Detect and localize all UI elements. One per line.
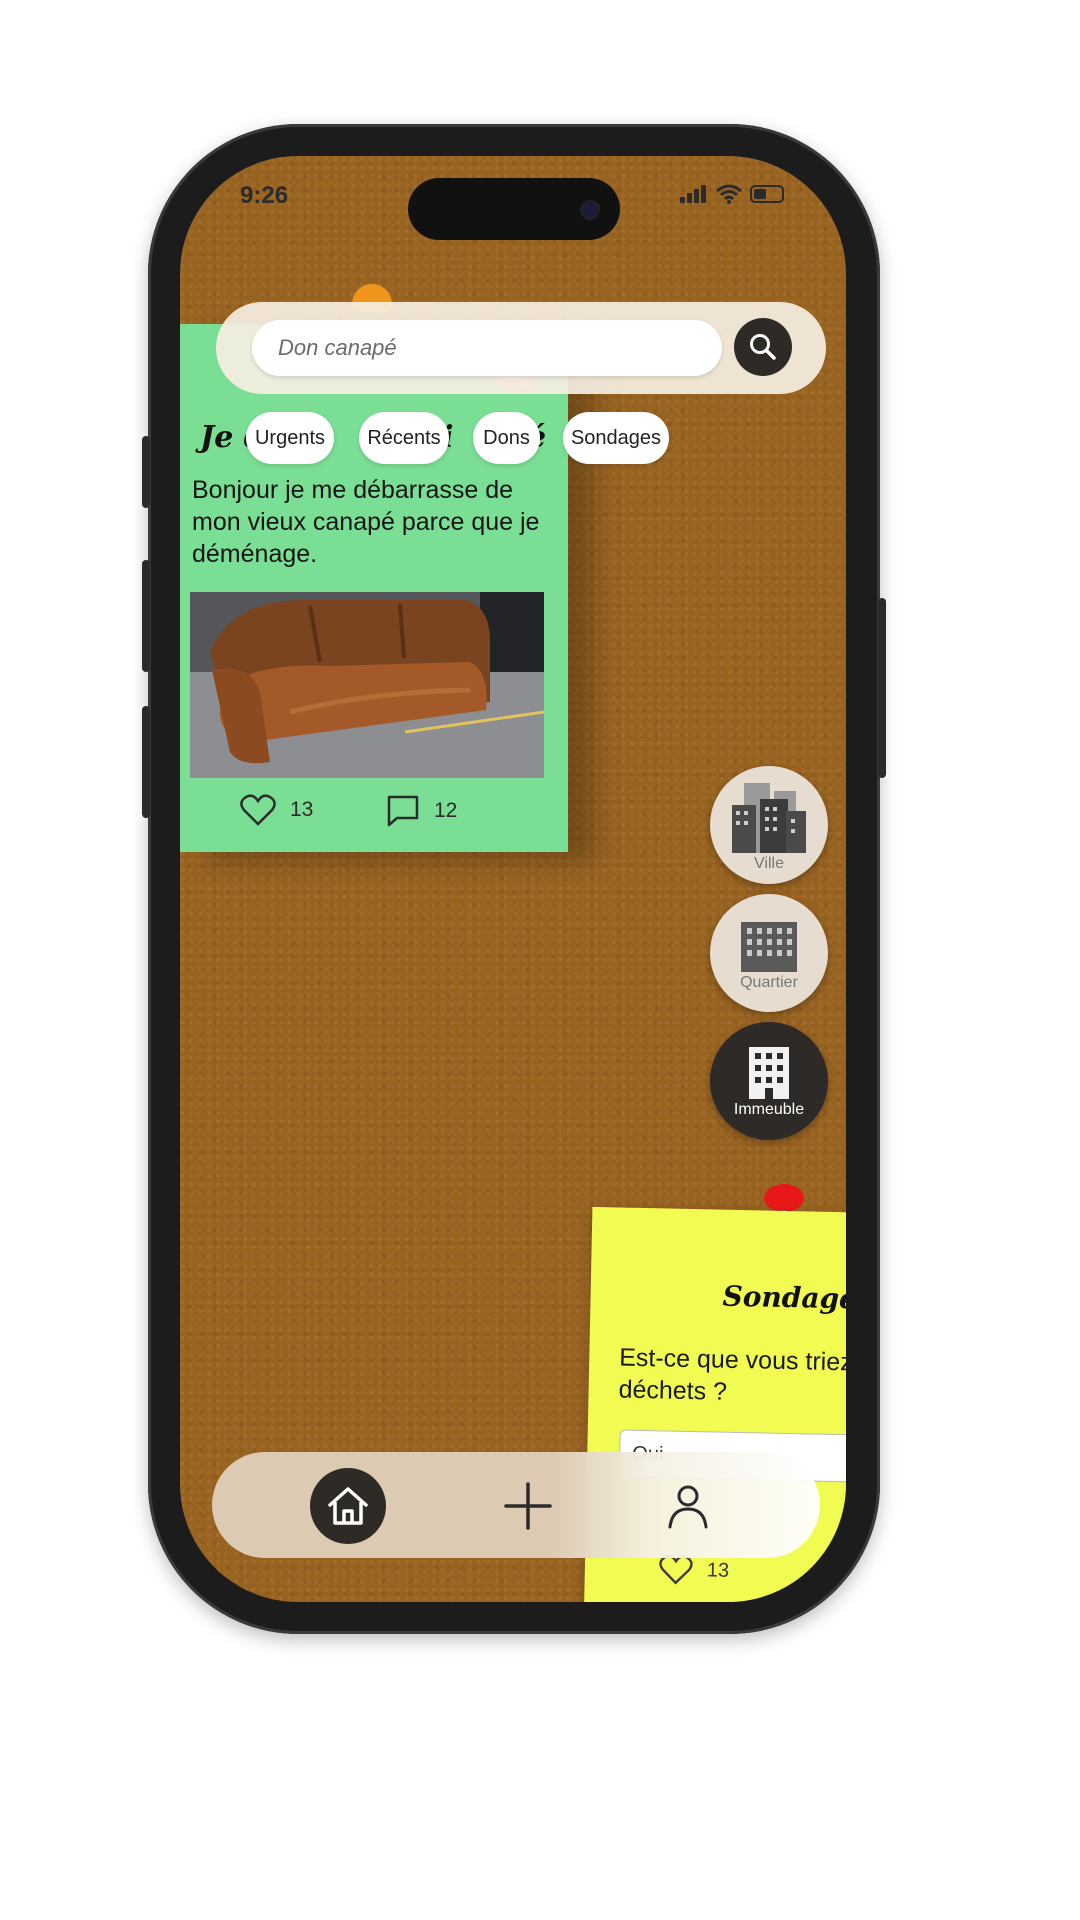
camera-icon [580, 200, 600, 220]
status-icons [680, 184, 784, 204]
poll-likes[interactable]: 13 [659, 1554, 730, 1585]
volume-down-button [142, 706, 150, 818]
filter-chip-urgents[interactable]: Urgents [246, 412, 334, 464]
signal-icon [680, 185, 708, 203]
likes-count: 13 [290, 798, 314, 821]
search-button[interactable] [734, 318, 792, 376]
nav-add-button[interactable] [498, 1476, 558, 1536]
home-icon [328, 1487, 368, 1525]
city-buildings-icon [732, 783, 806, 853]
poll-title: Sondage ! [722, 1279, 846, 1316]
scope-quartier-button[interactable]: Quartier [710, 894, 828, 1012]
dynamic-island [408, 178, 620, 240]
post-card[interactable]: Je dvi pé Bonjour je me débarrasse de mo… [180, 324, 568, 852]
post-comments[interactable]: 12 [386, 794, 457, 828]
filter-chip-sondages[interactable]: Sondages [563, 412, 669, 464]
action-button [142, 436, 150, 508]
scope-immeuble-button[interactable]: Immeuble [710, 1022, 828, 1140]
user-icon [668, 1485, 708, 1529]
poll-likes-count: 13 [706, 1558, 730, 1582]
post-body: Bonjour je me débarrasse de mon vieux ca… [192, 476, 540, 568]
poll-question: Est-ce que vous triez vos déchets ? [618, 1343, 846, 1406]
volume-up-button [142, 560, 150, 672]
plus-icon [504, 1482, 552, 1530]
status-time: 9:26 [240, 182, 289, 209]
bottom-nav [212, 1452, 820, 1558]
battery-icon [750, 185, 784, 203]
nav-home-button[interactable] [310, 1468, 386, 1544]
heart-icon[interactable] [240, 794, 276, 826]
post-photo-sofa [190, 592, 544, 778]
heart-icon[interactable] [659, 1554, 694, 1585]
screen: 9:26 Je dvi pé Bonjour je me débarrasse … [180, 156, 846, 1602]
comment-icon[interactable] [386, 794, 420, 828]
post-likes[interactable]: 13 [240, 794, 313, 826]
search-input[interactable] [252, 320, 722, 376]
apartment-building-icon [749, 1047, 789, 1099]
district-building-icon [741, 922, 797, 972]
scope-ville-label: Ville [754, 855, 784, 872]
filter-chip-dons[interactable]: Dons [473, 412, 540, 464]
scope-quartier-label: Quartier [740, 974, 798, 991]
power-button [878, 598, 886, 778]
scope-ville-button[interactable]: Ville [710, 766, 828, 884]
search-icon [750, 334, 776, 360]
wifi-icon [716, 184, 742, 204]
search-bar [216, 302, 826, 394]
scope-immeuble-label: Immeuble [733, 1101, 805, 1118]
comments-count: 12 [434, 799, 458, 822]
filter-chip-recents[interactable]: Récents [359, 412, 449, 464]
nav-profile-button[interactable] [656, 1474, 720, 1538]
